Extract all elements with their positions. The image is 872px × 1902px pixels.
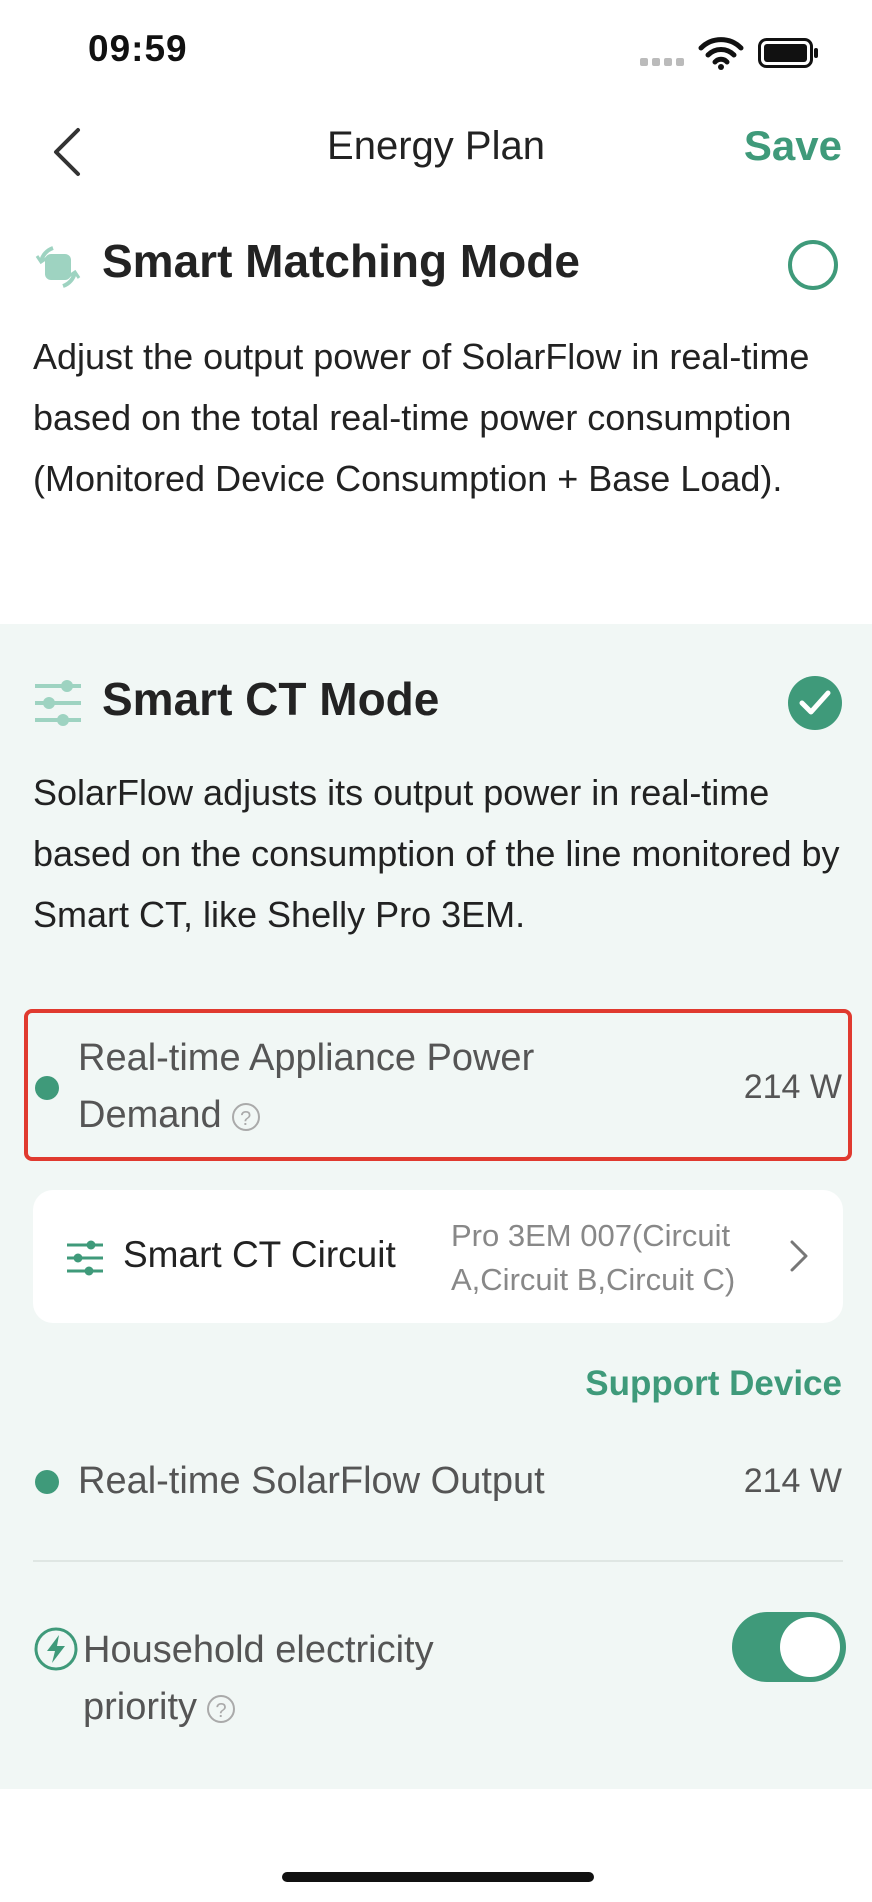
smart-ct-radio-checked[interactable] bbox=[788, 676, 842, 730]
highlight-box bbox=[24, 1009, 852, 1161]
solarflow-output-value: 214 W bbox=[743, 1462, 842, 1500]
smart-matching-description: Adjust the output power of SolarFlow in … bbox=[33, 336, 810, 499]
toggle-knob bbox=[780, 1617, 840, 1677]
household-priority-toggle[interactable] bbox=[732, 1612, 846, 1682]
smart-matching-radio[interactable] bbox=[788, 240, 838, 290]
wifi-icon bbox=[698, 37, 744, 70]
checkmark-icon bbox=[799, 690, 831, 715]
smart-ct-description: SolarFlow adjusts its output power in re… bbox=[33, 772, 840, 935]
help-icon[interactable]: ? bbox=[207, 1694, 236, 1723]
chevron-right-icon bbox=[790, 1240, 808, 1272]
sliders-icon bbox=[35, 680, 81, 726]
status-dot bbox=[35, 1470, 59, 1494]
cellular-signal-icon bbox=[640, 58, 684, 66]
page-title: Energy Plan bbox=[327, 124, 545, 168]
solarflow-output-label: Real-time SolarFlow Output bbox=[78, 1460, 545, 1502]
battery-icon bbox=[758, 38, 818, 68]
smart-matching-title: Smart Matching Mode bbox=[102, 235, 580, 287]
sliders-icon bbox=[67, 1240, 103, 1276]
smart-matching-icon bbox=[35, 246, 81, 288]
circuit-label: Smart CT Circuit bbox=[123, 1234, 396, 1275]
circuit-value: Pro 3EM 007(Circuit A,Circuit B,Circuit … bbox=[451, 1218, 736, 1297]
divider bbox=[33, 1560, 843, 1562]
smart-ct-circuit-card[interactable]: Smart CT Circuit Pro 3EM 007(Circuit A,C… bbox=[33, 1190, 843, 1323]
support-device-link[interactable]: Support Device bbox=[585, 1364, 842, 1404]
smart-ct-title: Smart CT Mode bbox=[102, 673, 440, 725]
household-priority-label: Household electricity priority? bbox=[83, 1629, 434, 1728]
status-time: 09:59 bbox=[88, 28, 188, 69]
lightning-icon bbox=[34, 1627, 78, 1671]
save-button[interactable]: Save bbox=[744, 122, 842, 170]
home-indicator[interactable] bbox=[282, 1872, 594, 1882]
